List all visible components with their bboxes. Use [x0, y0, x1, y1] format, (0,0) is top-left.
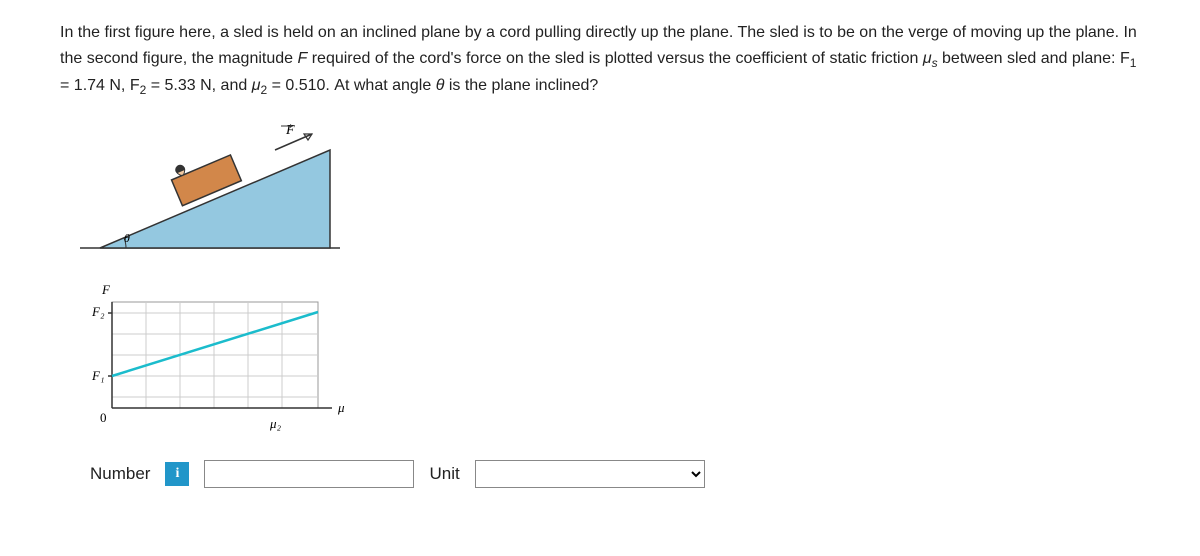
info-icon[interactable]: i: [165, 462, 189, 486]
f-vs-mu-plot: F F₂ F₁ 0 μ₂ μ: [80, 280, 340, 430]
figures-container: F θ F F₂ F₁ 0 μ₂ μ: [80, 120, 1140, 430]
plot-x-axis-end: μ: [337, 400, 345, 415]
unit-label: Unit: [429, 464, 459, 484]
unit-select[interactable]: [475, 460, 705, 488]
plot-tick-f1: F₁: [91, 368, 104, 383]
incline-diagram: F θ: [80, 120, 340, 270]
problem-statement: In the first figure here, a sled is held…: [60, 20, 1140, 100]
answer-row: Number i Unit: [90, 460, 1140, 488]
plot-y-axis-label: F: [101, 282, 111, 297]
plot-origin: 0: [100, 410, 107, 425]
number-input[interactable]: [204, 460, 414, 488]
angle-label: θ: [124, 231, 130, 245]
plot-tick-mu2: μ₂: [269, 416, 282, 431]
plot-tick-f2: F₂: [91, 304, 105, 319]
number-label: Number: [90, 464, 150, 484]
